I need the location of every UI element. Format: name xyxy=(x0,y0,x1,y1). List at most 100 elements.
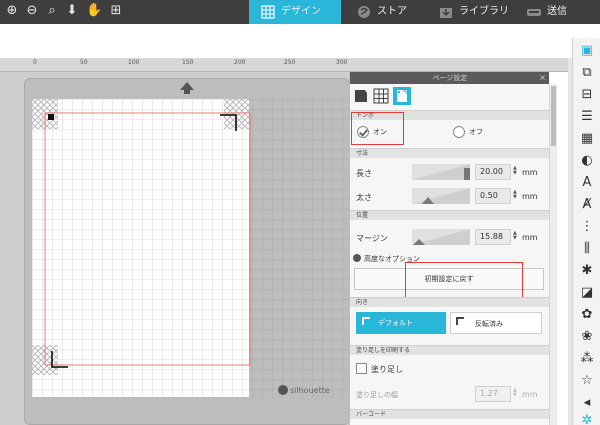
panel-header[interactable]: ページ設定 × xyxy=(350,72,549,84)
margin-unit: mm xyxy=(522,233,538,242)
grid-icon xyxy=(373,88,389,104)
star-icon[interactable]: ☆ xyxy=(578,372,596,390)
orientation-reversed-button[interactable]: 反転済み xyxy=(450,312,542,334)
offset-icon[interactable]: ◪ xyxy=(578,284,596,302)
text-icon[interactable]: A xyxy=(578,174,596,192)
send-to-back-icon[interactable]: ⧉ xyxy=(578,64,596,82)
contrast-icon[interactable]: ◐ xyxy=(578,152,596,170)
cutter-icon xyxy=(527,9,541,16)
thickness-slider-ramp xyxy=(412,188,470,204)
panel-scrollbar[interactable] xyxy=(549,84,557,425)
section-dimensions-title: 寸法 xyxy=(356,150,369,157)
length-slider-ramp xyxy=(412,164,470,180)
tab-store[interactable]: ストア xyxy=(345,0,427,24)
horizontal-ruler: 0 50 100 150 200 250 300 xyxy=(0,58,572,72)
move-down-icon[interactable]: ⬇ xyxy=(64,3,80,19)
thickness-label: 太さ xyxy=(356,193,372,202)
zoom-in-icon[interactable]: ⊕ xyxy=(4,3,20,19)
pan-hand-icon[interactable]: ✋ xyxy=(86,3,102,19)
panel-tab-registration[interactable] xyxy=(393,87,411,105)
tab-library[interactable]: ライブラリ xyxy=(427,0,515,24)
margin-label: マージン xyxy=(356,234,388,243)
page-setup-panel: ページ設定 × トンボ オン オフ 寸法 長さ 20.00 ▲ ▼ mm 太さ … xyxy=(349,72,549,425)
right-sidebar: ▣ ⧉ ⊟ ☰ ▦ ◐ A Ⱥ ⋮ ⫼ ✱ ◪ ✿ ❀ ⁂ ☆ ◂ ✲ xyxy=(572,38,600,425)
section-dimensions: 寸法 xyxy=(350,148,549,158)
tab-design[interactable]: デザイン xyxy=(249,0,341,24)
orientation-reversed-label: 反転済み xyxy=(475,320,503,328)
margin-stepper[interactable]: ▲ ▼ xyxy=(513,231,519,241)
text-path-icon[interactable]: Ⱥ xyxy=(578,196,596,214)
section-orientation-title: 向き xyxy=(356,299,369,306)
length-unit: mm xyxy=(522,168,538,177)
trace-icon[interactable]: ✿ xyxy=(578,306,596,324)
section-position-title: 位置 xyxy=(356,212,369,219)
section-barcode: バーコード xyxy=(350,409,549,419)
bleed-width-input[interactable]: 1.27 xyxy=(475,386,511,402)
ruler-label: 200 xyxy=(234,59,246,66)
lines-icon[interactable]: ☰ xyxy=(578,108,596,126)
orientation-default-label: デフォルト xyxy=(378,319,413,327)
feed-direction-arrow-icon xyxy=(180,82,194,90)
replicate-icon[interactable]: ⫼ xyxy=(578,240,596,258)
brand-label: silhouette xyxy=(290,386,330,395)
length-label: 長さ xyxy=(356,169,372,178)
margin-slider[interactable] xyxy=(412,229,470,245)
length-stepper[interactable]: ▲ ▼ xyxy=(513,166,519,176)
bleed-checkbox-label: 塗り足し xyxy=(371,365,403,374)
panel-scrollbar-thumb[interactable] xyxy=(551,86,556,146)
modify-icon[interactable]: ✱ xyxy=(578,262,596,280)
tab-library-label: ライブラリ xyxy=(459,6,509,17)
mat-grid xyxy=(32,99,350,399)
advanced-expand-icon[interactable] xyxy=(353,254,361,262)
section-orientation: 向き xyxy=(350,297,549,307)
fit-to-page-icon[interactable]: ⊞ xyxy=(108,3,124,19)
library-download-icon xyxy=(440,8,452,18)
panel-tab-grid[interactable] xyxy=(372,87,390,105)
ruler-label: 50 xyxy=(80,59,88,66)
settings-gear-icon[interactable]: ✲ xyxy=(578,412,596,425)
thickness-slider[interactable] xyxy=(412,188,470,204)
align-icon[interactable]: ⊟ xyxy=(578,86,596,104)
thickness-input[interactable]: 0.50 xyxy=(475,188,511,204)
tab-send-label: 送信 xyxy=(547,6,567,17)
pattern-fill-icon[interactable]: ▦ xyxy=(578,130,596,148)
margin-input[interactable]: 15.88 xyxy=(475,229,511,245)
page-icon xyxy=(355,90,367,102)
bleed-width-stepper[interactable]: ▲ ▼ xyxy=(513,388,519,398)
length-slider[interactable] xyxy=(412,164,470,180)
panel-title: ページ設定 xyxy=(432,74,468,82)
thickness-stepper[interactable]: ▲ ▼ xyxy=(513,190,519,200)
ruler-label: 0 xyxy=(33,59,37,66)
tab-store-label: ストア xyxy=(377,6,407,17)
sketch-icon[interactable]: ❀ xyxy=(578,328,596,346)
thickness-unit: mm xyxy=(522,192,538,201)
bleed-checkbox[interactable] xyxy=(356,363,367,374)
highlight-reset-button xyxy=(405,262,523,300)
orientation-default-icon xyxy=(362,317,370,325)
registration-off-radio[interactable] xyxy=(453,126,465,138)
length-input[interactable]: 20.00 xyxy=(475,164,511,180)
orientation-default-button[interactable]: デフォルト xyxy=(356,312,446,334)
tab-send[interactable]: 送信 xyxy=(515,0,600,24)
zoom-out-icon[interactable]: ⊖ xyxy=(24,3,40,19)
highlight-registration-on xyxy=(351,112,404,145)
distribute-icon[interactable]: ⋮ xyxy=(578,218,596,236)
registration-off-label: オフ xyxy=(469,128,483,136)
bleed-width-label: 塗り足しの幅 xyxy=(356,391,398,399)
rhinestone-icon[interactable]: ⁂ xyxy=(578,350,596,368)
grid-icon xyxy=(261,5,275,19)
silhouette-logo-icon xyxy=(278,385,288,395)
panel-close-button[interactable]: × xyxy=(539,72,546,84)
section-barcode-title: バーコード xyxy=(356,411,387,418)
registration-mark-square xyxy=(48,114,54,120)
page-setup-icon[interactable]: ▣ xyxy=(578,42,596,60)
zoom-select-icon[interactable]: ⌕ xyxy=(44,3,60,19)
store-icon xyxy=(358,6,370,18)
app-window: ⊕ ⊖ ⌕ ⬇ ✋ ⊞ デザイン ストア ライブラリ 送信 0 50 100 1… xyxy=(0,0,600,425)
section-print-bleed: 塗り足しを印刷する xyxy=(350,345,549,355)
collapse-arrow-icon[interactable]: ◂ xyxy=(578,394,596,412)
orientation-reversed-icon xyxy=(456,317,464,325)
tab-design-label: デザイン xyxy=(281,6,321,17)
design-canvas[interactable]: silhouette xyxy=(0,72,350,425)
panel-tab-media[interactable] xyxy=(352,87,370,105)
